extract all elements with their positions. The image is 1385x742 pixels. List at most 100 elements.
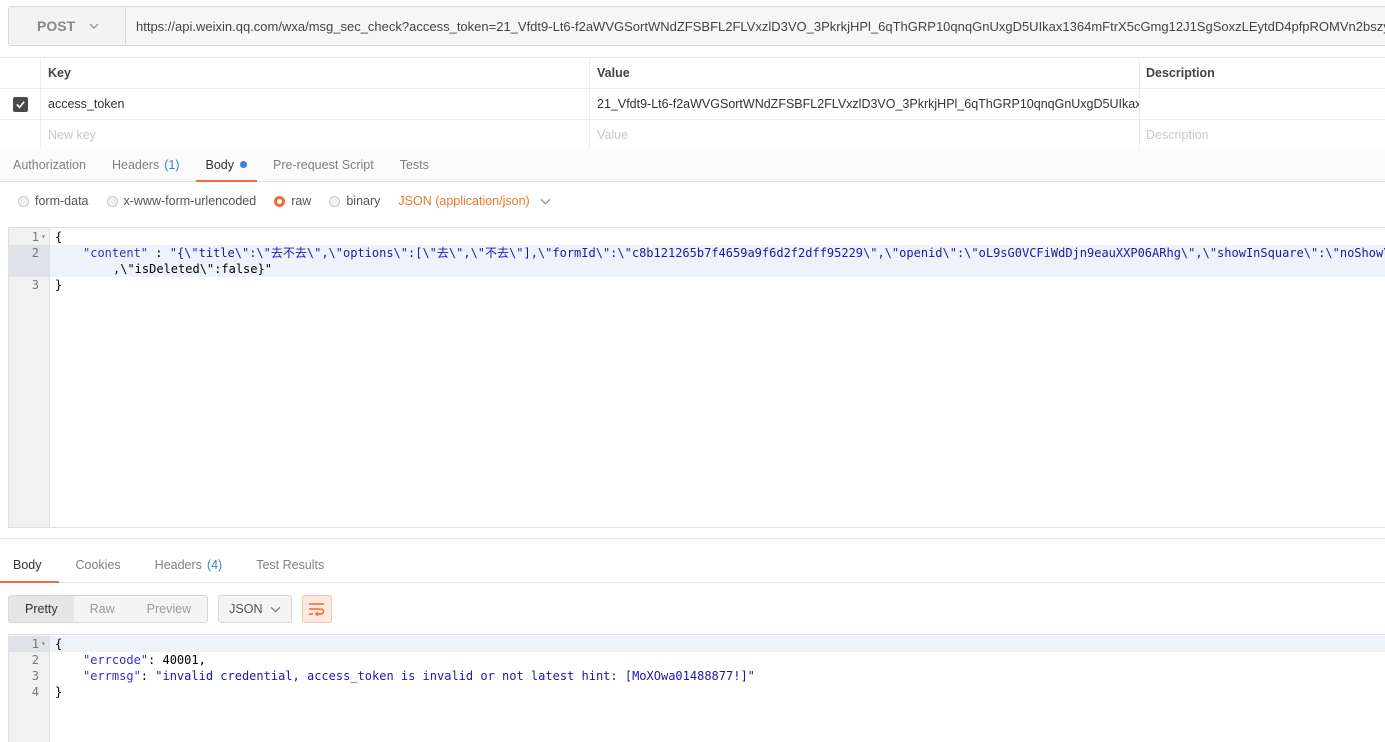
param-enabled-checkbox[interactable] <box>12 96 28 112</box>
radio-label: x-www-form-urlencoded <box>123 194 257 208</box>
tab-label: Headers <box>111 157 160 172</box>
chevron-down-icon <box>540 198 551 205</box>
json-key: "errmsg" <box>83 669 141 683</box>
tab-label: Authorization <box>13 157 86 172</box>
tab-label: Body <box>13 557 42 572</box>
chevron-down-icon <box>271 606 281 613</box>
radio-circle-selected <box>274 195 286 207</box>
tab-headers[interactable]: Headers (1) <box>99 148 193 181</box>
params-row: access_token 21_Vfdt9-Lt6-f2aWVGSortWNdZ… <box>0 89 1385 120</box>
radio-form-data[interactable]: form-data <box>18 194 89 208</box>
params-header-check <box>0 58 41 88</box>
code-text: } <box>55 278 63 292</box>
tab-response-headers[interactable]: Headers (4) <box>138 547 240 582</box>
request-body-editor[interactable]: 1 ▾ { 2 "content" : "{\"title\":\"去不去\",\… <box>8 227 1385 528</box>
params-header-row: Key Value Description <box>0 58 1385 89</box>
response-tabs: Body Cookies Headers (4) Test Results <box>0 547 1385 583</box>
new-description-field[interactable]: Description <box>1140 120 1385 150</box>
check-icon <box>15 100 25 108</box>
params-new-row: New key Value Description <box>0 120 1385 151</box>
code-line: 3 } <box>9 277 1385 293</box>
json-sep: : <box>148 246 170 260</box>
code-text: } <box>55 685 63 699</box>
fold-arrow-icon[interactable]: ▾ <box>41 636 46 652</box>
radio-circle <box>18 195 29 207</box>
new-value-field[interactable]: Value <box>590 120 1140 150</box>
tab-cookies[interactable]: Cookies <box>59 547 138 582</box>
param-description-field[interactable] <box>1140 89 1385 119</box>
code-text: "errmsg": "invalid credential, access_to… <box>83 669 755 683</box>
tab-tests[interactable]: Tests <box>387 148 442 181</box>
code-text: "errcode": 40001, <box>83 653 206 667</box>
params-table: Key Value Description access_token 21_Vf… <box>0 57 1385 151</box>
method-label: POST <box>37 18 76 34</box>
code-line: 1 ▾ { <box>9 229 1385 245</box>
line-number: 3 <box>31 669 39 683</box>
params-header-description: Description <box>1146 66 1215 80</box>
content-type-label: JSON (application/json) <box>398 194 530 208</box>
code-text: "content" : "{\"title\":\"去不去\",\"option… <box>83 245 1385 261</box>
code-line: 4 } <box>9 684 1385 700</box>
tab-label: Test Results <box>256 557 325 572</box>
tab-label: Tests <box>399 157 429 172</box>
response-body-viewer[interactable]: 1 ▾ { 2 "errcode": 40001, 3 "errmsg": "in… <box>8 634 1385 742</box>
json-key: "content" <box>83 246 149 260</box>
headers-count: (4) <box>206 557 223 572</box>
radio-circle <box>106 195 118 207</box>
tab-test-results[interactable]: Test Results <box>239 547 341 582</box>
json-key: "errcode" <box>83 653 149 667</box>
params-header-key: Key <box>41 58 590 88</box>
request-tabs: Authorization Headers (1) Body Pre-reques… <box>0 148 1385 182</box>
code-line: 3 "errmsg": "invalid credential, access_… <box>9 668 1385 684</box>
line-number: 4 <box>31 685 39 699</box>
code-line-highlighted: 2 "content" : "{\"title\":\"去不去\",\"opti… <box>9 245 1385 277</box>
tab-authorization[interactable]: Authorization <box>0 148 99 181</box>
code-text: { <box>55 230 63 244</box>
response-format-dropdown[interactable]: JSON <box>218 595 293 623</box>
radio-binary[interactable]: binary <box>329 194 380 208</box>
params-new-row-check-cell <box>0 120 41 150</box>
new-key-field[interactable]: New key <box>41 120 590 150</box>
view-raw-button[interactable]: Raw <box>74 596 131 622</box>
pane-divider[interactable] <box>0 538 1385 539</box>
content-type-dropdown[interactable]: JSON (application/json) <box>398 194 551 208</box>
radio-x-www-form-urlencoded[interactable]: x-www-form-urlencoded <box>106 194 257 208</box>
wrap-lines-button[interactable] <box>302 595 333 623</box>
code-line-highlighted: 1 ▾ { <box>9 636 1385 652</box>
code-line: 2 "errcode": 40001, <box>9 652 1385 668</box>
response-toolbar: Pretty Raw Preview JSON <box>8 595 333 623</box>
code-text: { <box>55 637 63 651</box>
line-number: 2 <box>31 653 39 667</box>
params-header-value: Value <box>590 58 1140 88</box>
chevron-down-icon <box>89 23 99 29</box>
response-view-toggle: Pretty Raw Preview <box>8 595 209 623</box>
radio-raw[interactable]: raw <box>274 194 311 208</box>
json-string: "{\"title\":\"去不去\",\"options\":[\"去\",\… <box>169 246 1385 260</box>
line-number: 3 <box>31 278 39 292</box>
radio-label: binary <box>346 194 381 208</box>
json-string: "invalid credential, access_token is inv… <box>155 669 755 683</box>
tab-pre-request-script[interactable]: Pre-request Script <box>260 148 387 181</box>
headers-count: (1) <box>164 157 180 172</box>
fold-arrow-icon[interactable]: ▾ <box>41 229 46 245</box>
view-pretty-button[interactable]: Pretty <box>9 596 74 622</box>
line-number: 2 <box>9 245 50 277</box>
radio-circle <box>329 195 341 207</box>
method-select[interactable]: POST <box>9 7 126 45</box>
tab-label: Pre-request Script <box>273 157 374 172</box>
params-row-check-cell <box>0 89 41 119</box>
code-wrap-continuation: ,\"isDeleted\":false}" <box>113 262 272 276</box>
tab-response-body[interactable]: Body <box>0 547 59 583</box>
radio-label: raw <box>291 194 312 208</box>
url-input[interactable]: https://api.weixin.qq.com/wxa/msg_sec_ch… <box>126 19 1385 34</box>
tab-body[interactable]: Body <box>193 148 261 182</box>
param-value-field[interactable]: 21_Vfdt9-Lt6-f2aWVGSortWNdZFSBFL2FLVxzlD… <box>590 89 1140 119</box>
json-number: 40001 <box>162 653 199 667</box>
param-key-field[interactable]: access_token <box>41 89 590 119</box>
tab-label: Body <box>205 157 235 172</box>
radio-label: form-data <box>35 194 89 208</box>
tab-label: Headers <box>154 557 202 572</box>
body-mode-options: form-data x-www-form-urlencoded raw bina… <box>0 188 1385 214</box>
wrap-lines-icon <box>309 603 325 616</box>
view-preview-button[interactable]: Preview <box>131 596 207 622</box>
